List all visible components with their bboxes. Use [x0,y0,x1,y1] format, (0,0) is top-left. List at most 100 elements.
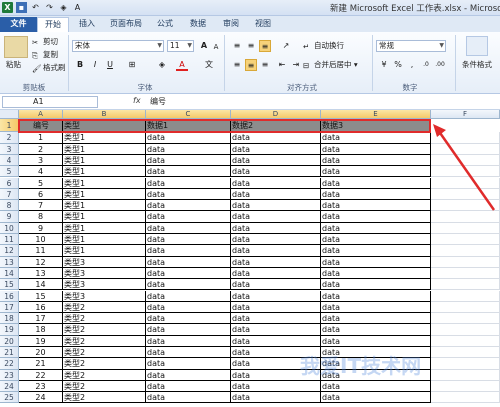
table-cell[interactable]: data [231,256,321,268]
table-cell[interactable]: data [146,358,231,370]
empty-cell[interactable] [431,222,500,234]
table-cell[interactable]: data [231,188,321,201]
conditional-format-icon[interactable] [466,36,488,56]
table-cell[interactable]: 8 [19,211,63,223]
table-cell[interactable]: data [231,154,321,167]
table-cell[interactable]: data [146,313,231,325]
table-cell[interactable]: data [321,290,431,302]
table-cell[interactable]: 13 [19,267,63,280]
table-cell[interactable]: data [231,324,321,336]
table-cell[interactable]: 12 [19,256,63,268]
table-cell[interactable]: data [321,166,431,178]
empty-cell[interactable] [431,290,500,302]
table-cell[interactable]: data [321,188,431,201]
table-cell[interactable]: data [146,380,231,393]
table-cell[interactable]: data [146,211,231,223]
table-cell[interactable]: 3 [19,154,63,167]
align-left-icon[interactable]: ≡ [231,59,243,71]
table-cell[interactable]: data [146,369,231,381]
table-cell[interactable]: 类型3 [63,267,146,280]
table-cell[interactable]: 类型2 [63,347,146,359]
table-cell[interactable]: data [146,335,231,347]
table-cell[interactable]: 类型2 [63,392,146,404]
shrink-font-button[interactable]: A [210,41,222,53]
table-cell[interactable]: data [146,245,231,257]
table-cell[interactable]: 11 [19,245,63,257]
table-cell[interactable]: data [231,177,321,189]
row-header[interactable]: 3 [0,143,19,155]
empty-cell[interactable] [431,256,500,268]
align-top-icon[interactable]: ≡ [231,40,243,52]
align-bottom-icon[interactable]: ≡ [259,40,271,52]
table-cell[interactable]: 14 [19,279,63,291]
table-cell[interactable]: data [231,143,321,155]
percent-button[interactable]: % [392,59,404,71]
table-cell[interactable]: data [146,222,231,234]
table-cell[interactable]: 类型2 [63,313,146,325]
table-cell[interactable]: data [231,211,321,223]
empty-cell[interactable] [431,301,500,314]
table-cell[interactable]: 22 [19,369,63,381]
table-cell[interactable]: data [321,177,431,189]
undo-icon[interactable]: ↶ [30,2,41,13]
row-header[interactable]: 7 [0,188,19,201]
increase-indent-icon[interactable]: ⇥ [290,59,302,71]
row-header[interactable]: 5 [0,166,19,178]
table-cell[interactable]: data [231,222,321,234]
table-cell[interactable]: data [231,380,321,393]
empty-cell[interactable] [431,358,500,370]
empty-cell[interactable] [431,313,500,325]
table-cell[interactable]: 类型3 [63,256,146,268]
table-cell[interactable]: data [321,200,431,212]
number-format-select[interactable]: 常规 ▼ [376,40,446,52]
table-cell[interactable]: data [146,392,231,404]
table-cell[interactable]: data [321,154,431,167]
row-header[interactable]: 15 [0,279,19,291]
table-cell[interactable]: data [321,324,431,336]
row-header[interactable]: 13 [0,256,19,268]
table-cell[interactable]: 类型1 [63,200,146,212]
table-cell[interactable]: 7 [19,200,63,212]
table-cell[interactable]: data [321,132,431,144]
table-cell[interactable]: 9 [19,222,63,234]
currency-icon[interactable]: ¥ [378,59,390,71]
row-header[interactable]: 16 [0,290,19,302]
decrease-decimal-icon[interactable]: .00 [434,59,446,71]
table-cell[interactable]: data [146,324,231,336]
table-cell[interactable]: data [321,301,431,314]
copy-button[interactable]: ⎘ 复制 [32,50,58,60]
table-cell[interactable]: 类型2 [63,380,146,393]
paste-button[interactable]: 粘贴 [6,60,21,70]
table-cell[interactable]: 10 [19,234,63,246]
font-name-select[interactable]: 宋体 ▼ [72,40,164,52]
fx-icon[interactable]: fx [133,96,141,105]
orientation-icon[interactable]: ↗ [280,40,292,52]
empty-cell[interactable] [431,279,500,291]
column-header-a[interactable]: A [19,110,63,119]
tab-insert[interactable]: 插入 [72,17,102,32]
table-cell[interactable]: data [321,279,431,291]
table-cell[interactable]: data [146,188,231,201]
table-cell[interactable]: 15 [19,290,63,302]
table-cell[interactable]: 类型3 [63,279,146,291]
row-header[interactable]: 22 [0,358,19,370]
table-cell[interactable]: data [321,143,431,155]
table-cell[interactable]: 类型2 [63,324,146,336]
table-cell[interactable]: 类型1 [63,245,146,257]
table-cell[interactable]: 4 [19,166,63,178]
row-header[interactable]: 17 [0,301,19,314]
row-header[interactable]: 25 [0,392,19,404]
table-cell[interactable]: 类型1 [63,166,146,178]
table-cell[interactable]: data [231,335,321,347]
table-cell[interactable]: data [321,313,431,325]
row-header[interactable]: 20 [0,335,19,347]
table-cell[interactable]: data [231,200,321,212]
column-header-c[interactable]: C [146,110,231,119]
formula-input[interactable]: 编号 [150,96,166,107]
table-cell[interactable]: 类型1 [63,211,146,223]
column-header-b[interactable]: B [63,110,146,119]
redo-icon[interactable]: ↷ [44,2,55,13]
font-color-button[interactable]: A [176,59,188,71]
empty-cell[interactable] [431,245,500,257]
table-cell[interactable]: data [146,132,231,144]
